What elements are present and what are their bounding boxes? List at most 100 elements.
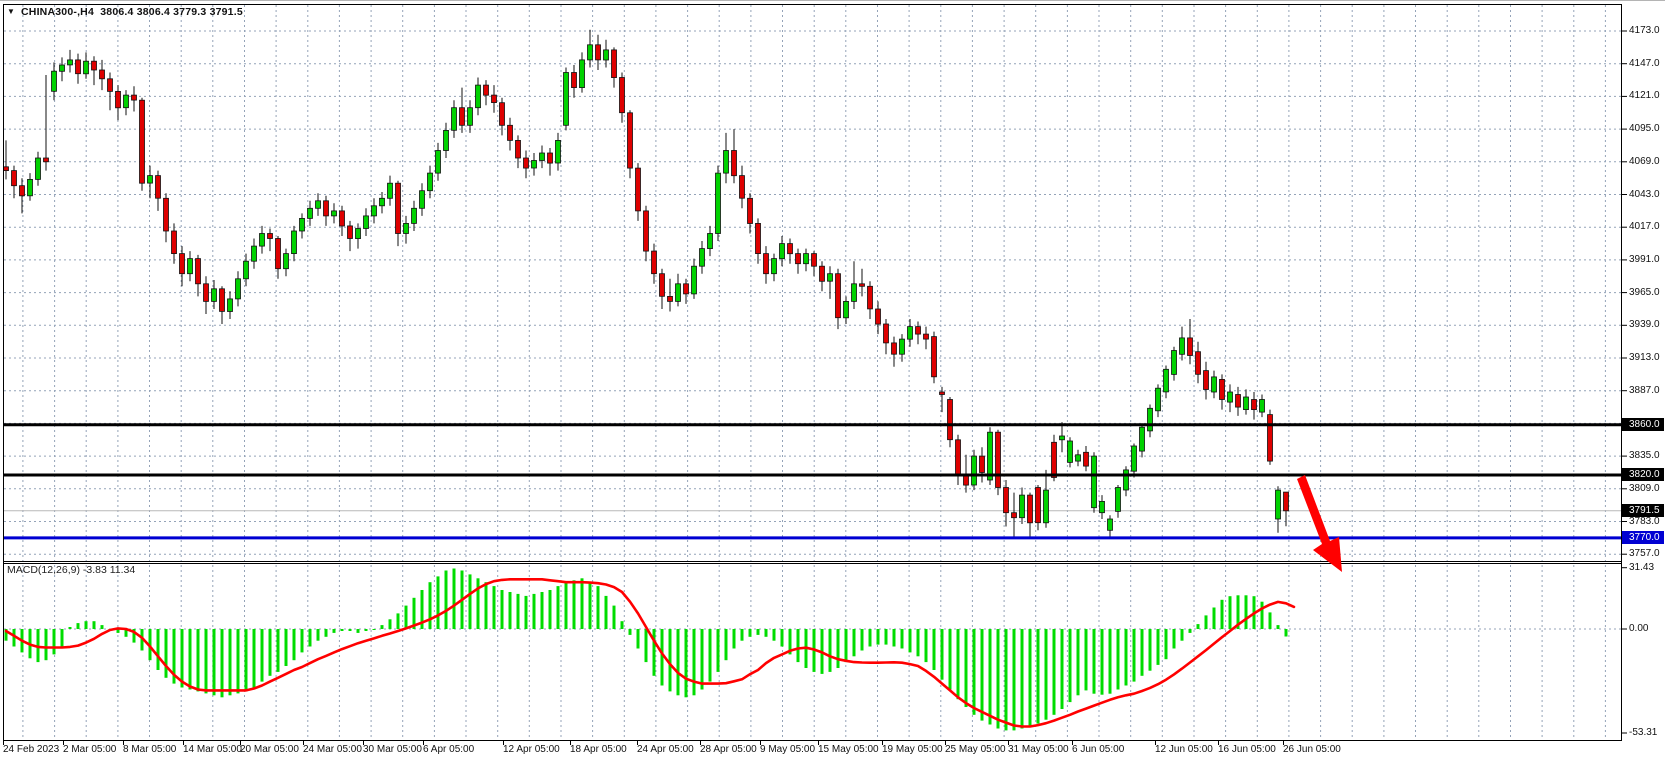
candle-body-down <box>876 309 881 324</box>
candle-body-up <box>588 45 593 60</box>
candle-body-down <box>548 153 553 163</box>
time-axis-label: 16 Jun 05:00 <box>1218 744 1276 755</box>
candle-body-down <box>836 274 841 318</box>
candle-body-down <box>1188 338 1193 356</box>
candle-body-down <box>868 286 873 309</box>
candle-body-up <box>444 130 449 150</box>
candle-body-down <box>180 254 185 274</box>
candle-body-up <box>676 284 681 302</box>
candle-body-up <box>828 274 833 282</box>
candle-body-up <box>844 301 849 317</box>
candle-body-up <box>236 279 241 299</box>
candle-body-up <box>700 249 705 267</box>
candle-body-down <box>660 274 665 297</box>
candle-body-down <box>636 168 641 211</box>
candle-body-down <box>572 73 577 88</box>
candle-body-down <box>964 475 969 485</box>
price-line-label: 3820.0 <box>1622 468 1664 481</box>
candle-body-up <box>452 108 457 131</box>
candle-body-down <box>348 226 353 239</box>
macd-indicator-label: MACD(12,26,9) -3.83 11.34 <box>7 564 135 576</box>
candle-body-down <box>980 456 985 472</box>
candle-body-down <box>1236 395 1241 408</box>
candle-body-down <box>916 327 921 335</box>
candle-body-up <box>1100 501 1105 512</box>
candle-body-down <box>596 45 601 60</box>
candle-body-down <box>1268 415 1273 462</box>
time-axis-label: 31 May 05:00 <box>1008 744 1069 755</box>
candle-body-up <box>532 161 537 169</box>
candle-body-up <box>1172 351 1177 375</box>
chart-canvas[interactable] <box>0 1 1665 765</box>
candle-body-up <box>412 208 417 223</box>
price-axis-label: 4095.0 <box>1629 123 1660 135</box>
candle-body-up <box>36 158 41 179</box>
chart-window: ▼ CHINA300-,H4 3806.4 3806.4 3779.3 3791… <box>0 0 1665 765</box>
symbol-dropdown-arrow-icon[interactable]: ▼ <box>7 7 15 16</box>
candle-body-down <box>44 158 49 162</box>
candle-body-up <box>1180 338 1185 354</box>
time-axis-label: 19 May 05:00 <box>882 744 943 755</box>
candle-body-up <box>564 73 569 126</box>
ohlc-values-label: 3806.4 3806.4 3779.3 3791.5 <box>100 6 243 18</box>
price-line-label: 3860.0 <box>1622 418 1664 431</box>
time-axis-label: 12 Jun 05:00 <box>1155 744 1213 755</box>
candle-body-down <box>76 60 81 74</box>
candle-body-down <box>100 70 105 79</box>
time-axis-label: 28 Apr 05:00 <box>700 744 757 755</box>
price-axis-label: 3809.0 <box>1629 483 1660 495</box>
candle-body-down <box>484 85 489 95</box>
candle-body-up <box>68 60 73 65</box>
price-axis-label: 3835.0 <box>1629 450 1660 462</box>
candle-body-down <box>500 103 505 126</box>
candle-body-up <box>188 259 193 274</box>
candle-body-up <box>124 95 129 108</box>
time-axis-label: 12 Apr 05:00 <box>503 744 560 755</box>
candle-body-down <box>1284 492 1289 511</box>
price-axis-label: 3965.0 <box>1629 287 1660 299</box>
candle-body-down <box>820 266 825 281</box>
candle-body-down <box>732 151 737 176</box>
price-axis-label: 3939.0 <box>1629 319 1660 331</box>
candle-body-up <box>468 108 473 126</box>
candle-body-up <box>1276 490 1281 519</box>
price-axis-label: 4147.0 <box>1629 58 1660 70</box>
candle-body-up <box>52 71 57 91</box>
candle-body-down <box>1012 513 1017 518</box>
candle-body-up <box>260 234 265 247</box>
candle-body-up <box>716 173 721 233</box>
candle-body-up <box>772 259 777 274</box>
time-axis-label: 18 Apr 05:00 <box>570 744 627 755</box>
candle-body-down <box>508 125 513 140</box>
candle-body-up <box>380 198 385 206</box>
time-axis-label: 14 Mar 05:00 <box>183 744 242 755</box>
candle-body-down <box>948 400 953 440</box>
macd-axis-label: 31.43 <box>1629 562 1654 574</box>
candle-body-up <box>1068 441 1073 462</box>
candle-body-down <box>108 79 113 92</box>
candle-body-up <box>228 299 233 312</box>
candle-body-up <box>1132 446 1137 471</box>
time-axis-label: 26 Jun 05:00 <box>1283 744 1341 755</box>
candle-body-up <box>852 284 857 302</box>
candle-body-up <box>972 456 977 485</box>
candle-body-down <box>140 100 145 183</box>
time-axis-label: 8 Mar 05:00 <box>123 744 176 755</box>
candle-body-up <box>388 183 393 198</box>
candle-body-up <box>692 266 697 294</box>
candle-body-up <box>1116 488 1121 512</box>
candle-body-down <box>220 289 225 312</box>
price-axis-label: 3887.0 <box>1629 385 1660 397</box>
candle-body-down <box>164 198 169 231</box>
time-axis-label: 2 Mar 05:00 <box>63 744 116 755</box>
candle-body-up <box>556 140 561 163</box>
candle-body-down <box>788 244 793 254</box>
macd-axis-label: -53.31 <box>1629 727 1657 739</box>
candle-body-up <box>908 327 913 340</box>
candle-body-up <box>84 61 89 74</box>
price-chart-plot-area[interactable] <box>0 1 1665 765</box>
candle-body-up <box>316 201 321 209</box>
time-axis-label: 20 Mar 05:00 <box>240 744 299 755</box>
candle-body-down <box>956 440 961 475</box>
candle-body-down <box>268 234 273 239</box>
